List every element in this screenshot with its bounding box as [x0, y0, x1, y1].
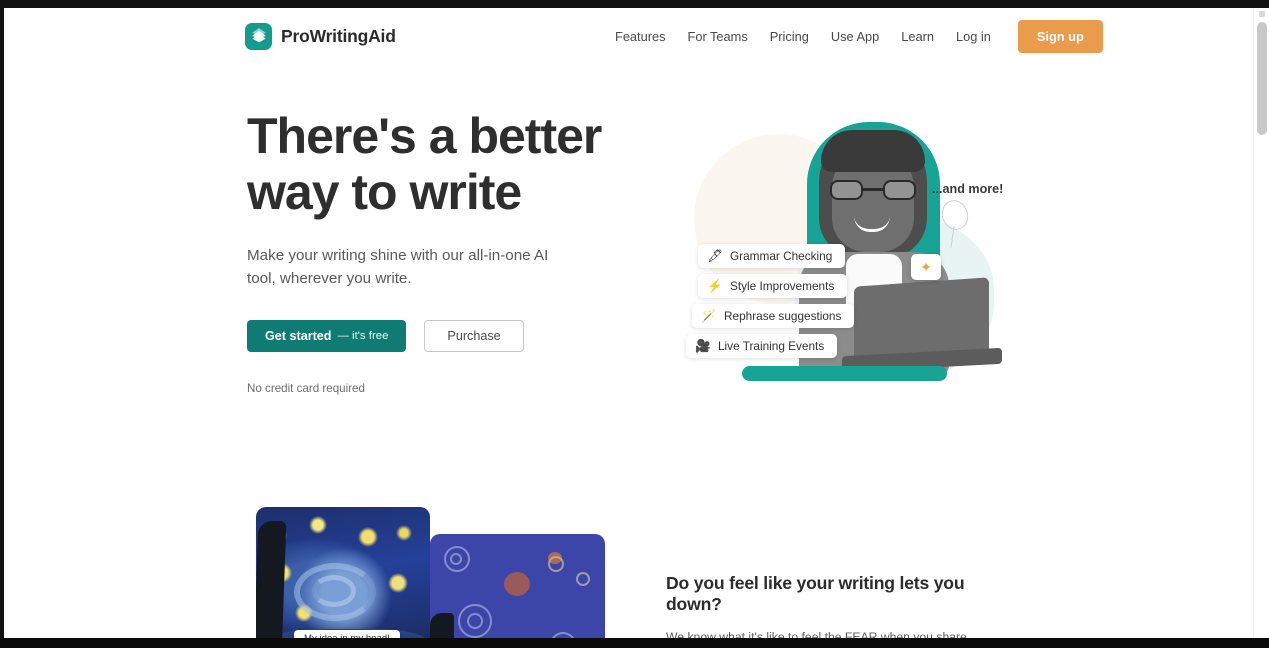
feature-pill-label: Rephrase suggestions [724, 309, 842, 323]
nav-link-learn[interactable]: Learn [890, 21, 945, 52]
window-chrome-bottom [0, 638, 1269, 648]
person-hair [821, 130, 925, 172]
starry-night-painting: My idea in my head! [256, 507, 430, 638]
painting-swirl-inner [312, 575, 356, 607]
feather-pen-icon: 🖋 [707, 248, 723, 263]
swirl-doodle-inner [467, 613, 483, 629]
nav-link-log-in[interactable]: Log in [945, 21, 1002, 52]
brand-name: ProWritingAid [281, 25, 396, 46]
nav-link-use-app[interactable]: Use App [820, 21, 890, 52]
book-pages-icon [245, 22, 272, 50]
feature-pill-live-training-events: 🎥 Live Training Events [686, 334, 838, 358]
painting-cypress-tree [256, 521, 287, 638]
get-started-label: Get started [265, 329, 332, 343]
swirl-doodle [550, 632, 576, 638]
feature-pill-label: Style Improvements [730, 279, 835, 293]
decorative-teal-bar [742, 366, 947, 381]
scrollbar-up-arrow[interactable] [1259, 11, 1265, 17]
magic-wand-icon: 🪄 [701, 308, 717, 323]
page-viewport: ProWritingAid Features For Teams Pricing… [4, 8, 1266, 638]
scrollbar-thumb[interactable] [1257, 22, 1267, 135]
main-nav: Features For Teams Pricing Use App Learn… [604, 19, 1103, 53]
and-more-label: ...and more! [932, 182, 1004, 196]
star-doodle [548, 556, 564, 572]
hero-section: There's a better way to write Make your … [247, 108, 637, 395]
window-chrome-top [0, 0, 1269, 8]
section2-title: Do you feel like your writing lets you d… [666, 573, 965, 614]
lightning-bolt-icon: ⚡ [707, 278, 723, 293]
nav-link-pricing[interactable]: Pricing [759, 21, 820, 52]
simplified-painting-card [430, 534, 605, 638]
star-doodle [576, 572, 590, 586]
glasses-icon [830, 180, 916, 200]
paint-blotch [504, 572, 530, 596]
hero-cta-group: Get started — it's free Purchase [247, 320, 637, 352]
get-started-sublabel: — it's free [337, 330, 389, 342]
page-scrollbar[interactable] [1253, 8, 1269, 638]
cypress-tree-shape [430, 613, 454, 638]
section2-illustration: My idea in my head! [256, 507, 606, 638]
feature-pill-style-improvements: ⚡ Style Improvements [698, 274, 848, 298]
hero-subtitle: Make your writing shine with our all-in-… [247, 247, 549, 287]
swirl-doodle-inner [450, 553, 462, 565]
section2-body: We know what it's like to feel the FEAR … [666, 630, 967, 638]
sparkles-icon: ✦ [911, 254, 941, 280]
get-started-button[interactable]: Get started — it's free [247, 320, 407, 352]
nav-link-for-teams[interactable]: For Teams [677, 21, 759, 52]
feature-pill-label: Live Training Events [718, 339, 825, 353]
section2-copy: Do you feel like your writing lets you d… [666, 573, 1016, 638]
hero-title-line-2: way to write [247, 164, 522, 220]
sign-up-button[interactable]: Sign up [1017, 19, 1103, 53]
painting-caption: My idea in my head! [294, 630, 400, 638]
nav-link-features[interactable]: Features [604, 21, 677, 52]
feature-pill-grammar-checking: 🖋 Grammar Checking [698, 244, 846, 268]
hero-illustration: ✦ ...and more! 🖋 Grammar Checking ⚡ Styl… [664, 104, 1024, 394]
browser-window: ProWritingAid Features For Teams Pricing… [0, 0, 1269, 648]
purchase-button[interactable]: Purchase [424, 320, 524, 352]
site-header: ProWritingAid Features For Teams Pricing… [4, 8, 1249, 64]
feature-pill-rephrase-suggestions: 🪄 Rephrase suggestions [692, 304, 855, 328]
no-credit-card-note: No credit card required [247, 382, 365, 395]
feature-pill-label: Grammar Checking [730, 249, 833, 263]
brand-logo[interactable]: ProWritingAid [245, 22, 396, 50]
film-camera-icon: 🎥 [695, 338, 711, 353]
page-title: There's a better way to write [247, 108, 637, 220]
hero-title-line-1: There's a better [247, 108, 602, 164]
